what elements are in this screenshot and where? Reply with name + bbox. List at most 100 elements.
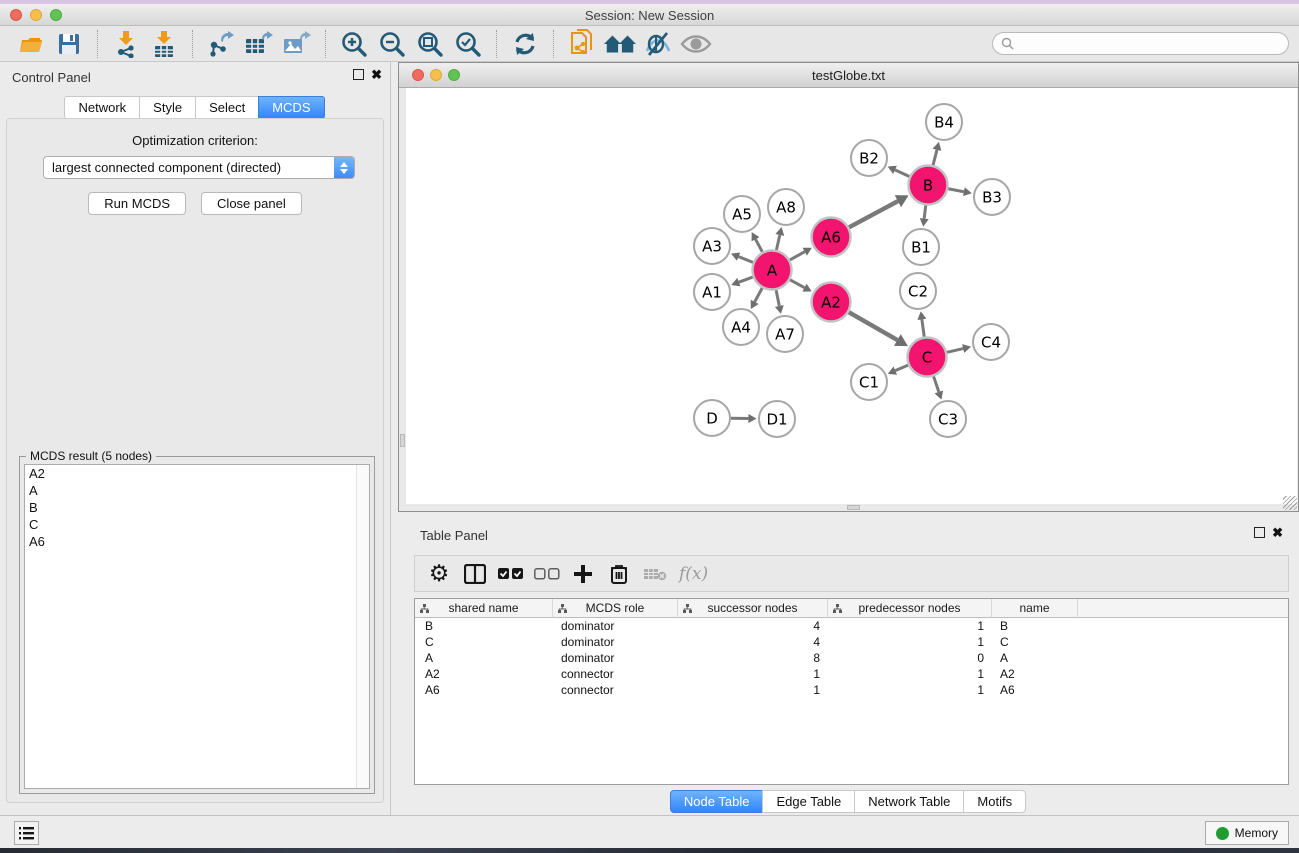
edge-B-B1[interactable]	[924, 205, 925, 218]
node-B2[interactable]: B2	[851, 140, 887, 176]
column-header[interactable]: name	[992, 599, 1078, 618]
node-table[interactable]: shared nameMCDS rolesuccessor nodesprede…	[414, 598, 1289, 785]
edge-C-C3[interactable]	[934, 376, 939, 391]
import-network-icon[interactable]	[109, 29, 143, 59]
tab-mcds[interactable]: MCDS	[258, 96, 324, 119]
table-cell[interactable]: dominator	[553, 634, 678, 650]
network-from-selection-icon[interactable]	[565, 29, 599, 59]
mcds-result-item[interactable]: C	[25, 516, 369, 533]
tab-select[interactable]: Select	[195, 96, 259, 119]
tab-node-table[interactable]: Node Table	[670, 790, 764, 813]
table-cell[interactable]: 1	[678, 682, 828, 698]
table-cell[interactable]: dominator	[553, 618, 678, 634]
edge-B-B3[interactable]	[948, 189, 964, 192]
edge-A-A1[interactable]	[739, 277, 753, 282]
export-table-icon[interactable]	[242, 29, 276, 59]
column-header[interactable]: shared name	[415, 599, 553, 618]
mcds-result-item[interactable]: A2	[25, 465, 369, 482]
table-cell[interactable]: A	[992, 650, 1078, 666]
table-row[interactable]: A6connector11A6	[415, 682, 1288, 698]
table-cell[interactable]: C	[992, 634, 1078, 650]
node-A8[interactable]: A8	[768, 189, 804, 225]
table-cell[interactable]: 1	[828, 618, 992, 634]
node-B[interactable]: B	[909, 166, 948, 205]
network-window-titlebar[interactable]: testGlobe.txt	[399, 63, 1298, 88]
node-A[interactable]: A	[753, 251, 792, 290]
table-cell[interactable]: 8	[678, 650, 828, 666]
node-B4[interactable]: B4	[926, 104, 962, 140]
tab-network[interactable]: Network	[64, 96, 140, 119]
deselect-all-checkboxes-icon[interactable]	[531, 559, 563, 589]
run-mcds-button[interactable]: Run MCDS	[88, 192, 186, 215]
table-cell[interactable]: B	[415, 618, 553, 634]
search-field[interactable]	[992, 32, 1289, 55]
tab-edge-table[interactable]: Edge Table	[762, 790, 855, 813]
close-panel-icon[interactable]: ✖	[371, 69, 382, 80]
table-cell[interactable]: 1	[828, 666, 992, 682]
edge-C-C1[interactable]	[895, 365, 908, 371]
node-A7[interactable]: A7	[767, 316, 803, 352]
mcds-result-item[interactable]: B	[25, 499, 369, 516]
node-C1[interactable]: C1	[851, 364, 887, 400]
table-cell[interactable]: 1	[828, 682, 992, 698]
zoom-out-icon[interactable]	[375, 29, 409, 59]
edge-C-C4[interactable]	[947, 349, 963, 353]
table-cell[interactable]: connector	[553, 682, 678, 698]
hide-graphics-details-icon[interactable]	[641, 29, 675, 59]
table-options-gear-icon[interactable]: ⚙	[423, 559, 455, 589]
zoom-selected-icon[interactable]	[451, 29, 485, 59]
close-table-panel-icon[interactable]: ✖	[1272, 527, 1283, 538]
table-cell[interactable]: dominator	[553, 650, 678, 666]
edge-C-C2[interactable]	[922, 319, 924, 336]
edge-A-A5[interactable]	[756, 239, 763, 252]
function-builder-icon[interactable]: f(x)	[679, 564, 708, 584]
show-task-history-button[interactable]	[14, 821, 39, 845]
node-A2[interactable]: A2	[812, 283, 851, 322]
apply-layout-icon[interactable]	[508, 29, 542, 59]
node-C4[interactable]: C4	[973, 324, 1009, 360]
table-row[interactable]: A2connector11A2	[415, 666, 1288, 682]
vscroll-thumb[interactable]	[400, 434, 405, 447]
node-D[interactable]: D	[694, 400, 730, 436]
delete-table-icon[interactable]	[639, 559, 671, 589]
show-columns-icon[interactable]	[459, 559, 491, 589]
import-table-icon[interactable]	[147, 29, 181, 59]
network-vertical-scrollbar[interactable]	[399, 88, 406, 504]
network-canvas[interactable]: B4B2BB3A8A5A6A3B1AA1C2A2A4A7C4CC1C3DD1	[406, 88, 1297, 504]
table-cell[interactable]: A2	[415, 666, 553, 682]
node-A4[interactable]: A4	[723, 309, 759, 345]
mcds-result-list[interactable]: A2ABCA6	[24, 464, 370, 789]
edge-A6-B[interactable]	[849, 201, 898, 227]
column-header[interactable]: MCDS role	[553, 599, 678, 618]
open-file-icon[interactable]	[14, 29, 48, 59]
table-cell[interactable]: A6	[992, 682, 1078, 698]
export-image-icon[interactable]	[280, 29, 314, 59]
node-A5[interactable]: A5	[724, 196, 760, 232]
node-A1[interactable]: A1	[694, 274, 730, 310]
tab-motifs[interactable]: Motifs	[963, 790, 1026, 813]
column-header[interactable]: predecessor nodes	[828, 599, 992, 618]
table-cell[interactable]: 1	[678, 666, 828, 682]
optimization-criterion-select[interactable]: largest connected component (directed)	[43, 156, 355, 179]
show-graphics-details-icon[interactable]	[679, 29, 713, 59]
node-A3[interactable]: A3	[694, 228, 730, 264]
table-cell[interactable]: C	[415, 634, 553, 650]
tab-network-table[interactable]: Network Table	[854, 790, 964, 813]
window-resize-grip[interactable]	[1283, 496, 1297, 510]
table-cell[interactable]: B	[992, 618, 1078, 634]
edge-A-A4[interactable]	[755, 288, 763, 302]
float-table-panel-icon[interactable]	[1254, 527, 1265, 538]
float-panel-icon[interactable]	[353, 69, 364, 80]
edge-A-A6[interactable]	[790, 252, 805, 260]
edge-A-A3[interactable]	[739, 257, 753, 263]
node-C2[interactable]: C2	[900, 273, 936, 309]
tab-style[interactable]: Style	[139, 96, 196, 119]
node-B1[interactable]: B1	[903, 229, 939, 265]
edge-B-B4[interactable]	[933, 150, 937, 165]
node-C3[interactable]: C3	[930, 401, 966, 437]
close-panel-button[interactable]: Close panel	[201, 192, 302, 215]
search-input[interactable]	[1014, 35, 1288, 53]
table-cell[interactable]: 4	[678, 618, 828, 634]
column-header[interactable]: successor nodes	[678, 599, 828, 618]
table-cell[interactable]: A6	[415, 682, 553, 698]
